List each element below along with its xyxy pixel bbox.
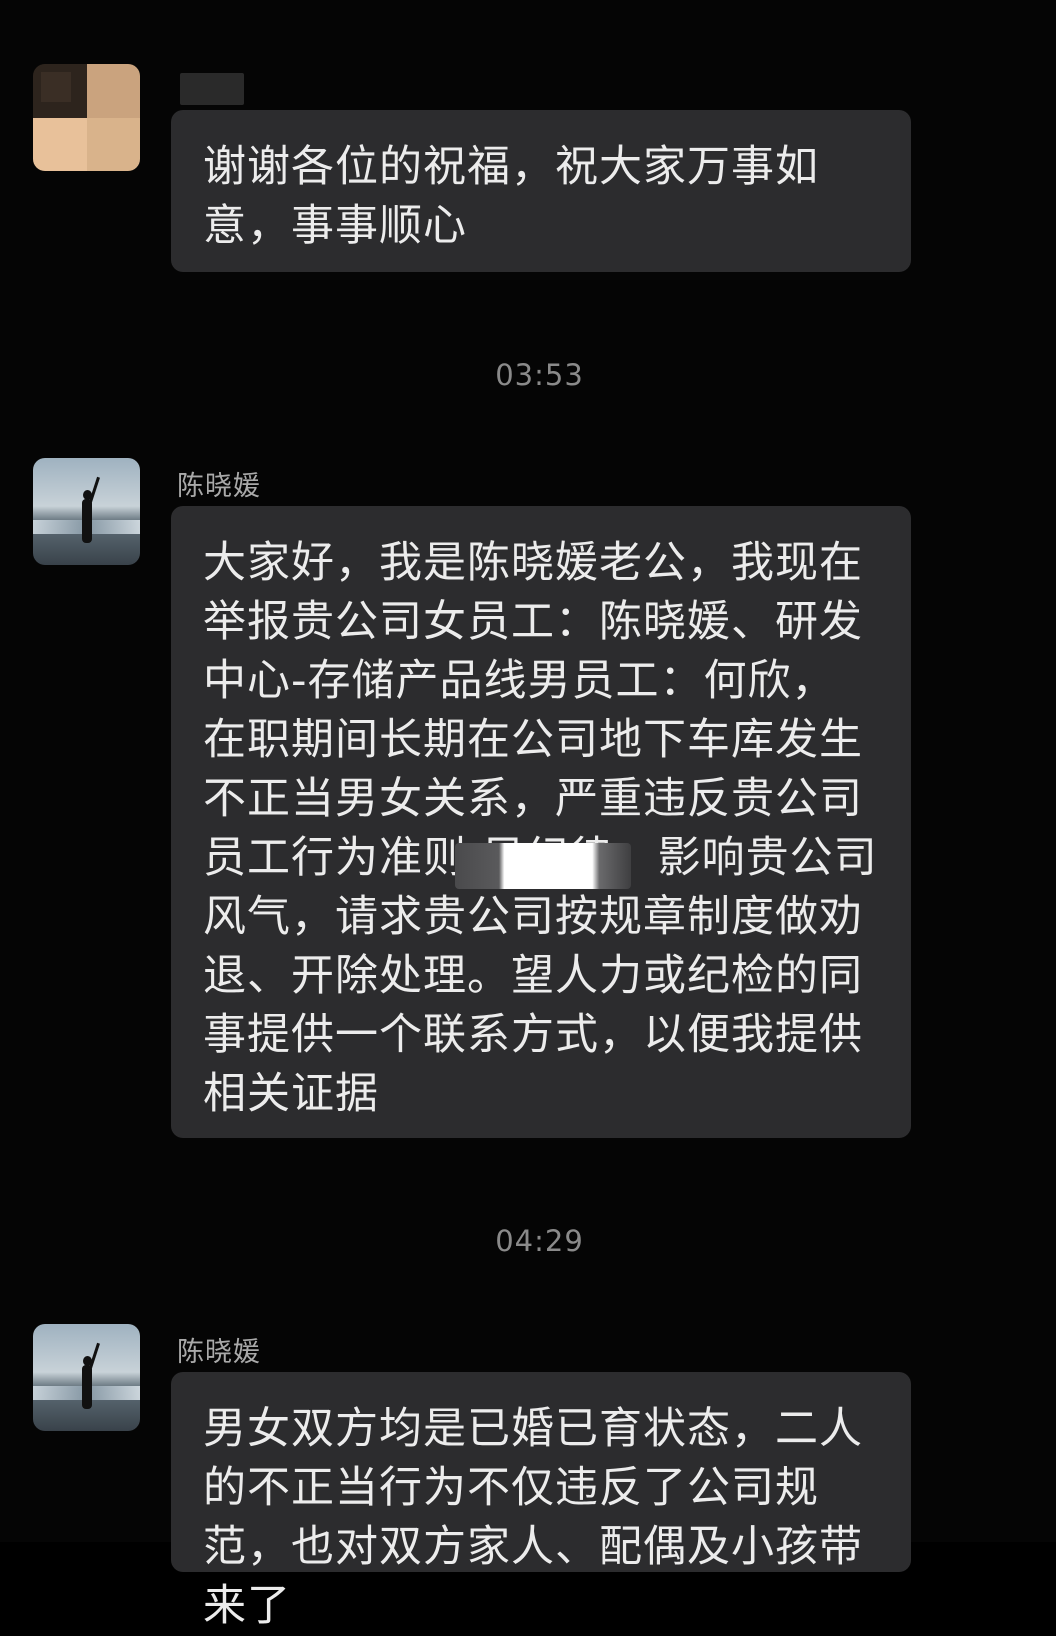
message-bubble[interactable]: 谢谢各位的祝福，祝大家万事如意，事事顺心: [171, 110, 911, 272]
avatar[interactable]: [33, 1324, 140, 1431]
message-text: 男女双方均是已婚已育状态，二人的不正当行为不仅违反了公司规范，也对双方家人、配偶…: [203, 1404, 863, 1631]
timestamp: 03:53: [495, 358, 584, 392]
message-bubble[interactable]: 大家好，我是陈晓媛老公，我现在举报贵公司女员工：陈晓媛、研发中心-存储产品线男员…: [171, 506, 911, 1138]
redaction-mark: [455, 843, 631, 889]
message-text: 大家好，我是陈晓媛老公，我现在举报贵公司女员工：陈晓媛、研发中心-存储产品线男员…: [203, 538, 878, 1119]
message-text: 谢谢各位的祝福，祝大家万事如意，事事顺心: [203, 142, 819, 251]
chat-window: 谢谢各位的祝福，祝大家万事如意，事事顺心 03:53 陈晓媛 大家好，我是陈晓媛…: [0, 0, 1056, 1631]
sender-name: 陈晓媛: [177, 471, 261, 502]
avatar[interactable]: [33, 64, 140, 171]
sender-name: 陈晓媛: [177, 1337, 261, 1368]
timestamp: 04:29: [495, 1224, 584, 1258]
sender-name-redacted: [180, 73, 244, 105]
avatar[interactable]: [33, 458, 140, 565]
message-bubble[interactable]: 男女双方均是已婚已育状态，二人的不正当行为不仅违反了公司规范，也对双方家人、配偶…: [171, 1372, 911, 1631]
